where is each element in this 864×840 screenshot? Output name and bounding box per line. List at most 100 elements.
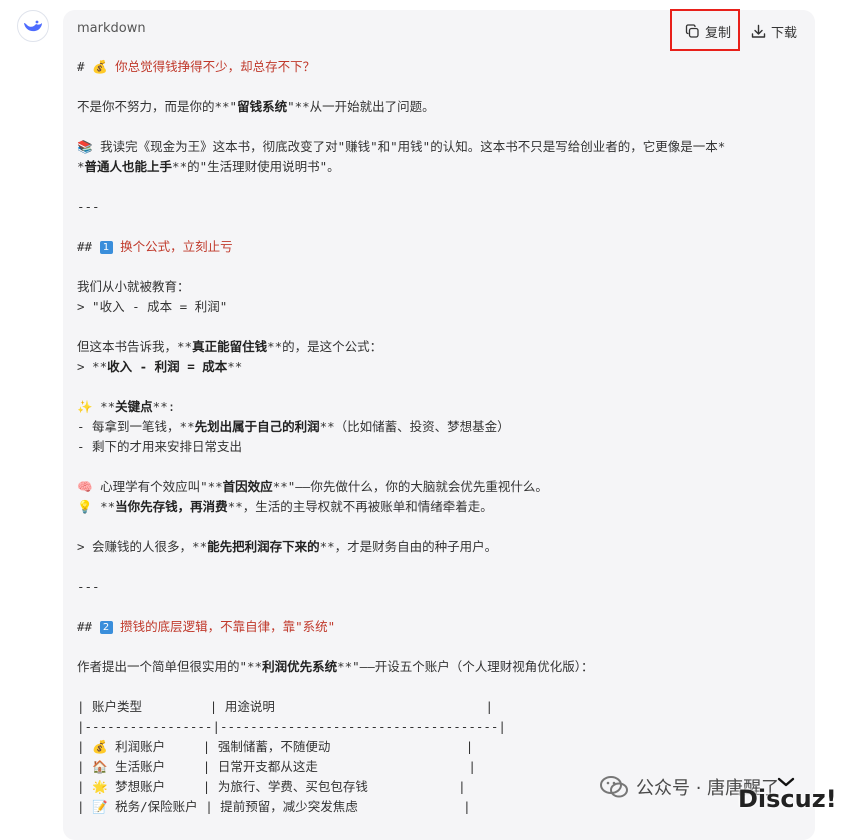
code-text: | 📝 税务/保险账户 | 提前预留，减少突发焦虑 | — [77, 799, 471, 814]
number-badge: 1 — [99, 241, 113, 254]
download-button[interactable]: 下载 — [751, 20, 797, 42]
code-text: - 每拿到一笔钱，** — [77, 419, 195, 434]
code-text: > 会赚钱的人很多，** — [77, 539, 208, 554]
deepseek-whale-icon — [24, 20, 42, 32]
code-language-label: markdown — [77, 21, 146, 36]
markdown-code-content[interactable]: # 💰 你总觉得钱挣得不少，却总存不下？ 不是你不努力，而是你的**"留钱系统"… — [77, 57, 807, 817]
code-text: 利润优先系统 — [262, 659, 338, 674]
code-text: > "收入 - 成本 = 利润" — [77, 299, 228, 314]
code-line: 我们从小就被教育： — [77, 277, 807, 297]
code-line: | 账户类型 | 用途说明 | — [77, 697, 807, 717]
code-text: * — [77, 159, 85, 174]
code-text: 不是你不努力，而是你的**" — [77, 99, 238, 114]
code-line: | 💰 利润账户 | 强制储蓄，不随便动 | — [77, 737, 807, 757]
code-text: 换个公式，立刻止亏 — [112, 239, 233, 254]
code-line: |-----------------|---------------------… — [77, 717, 807, 737]
code-text: ✨ ** — [77, 399, 116, 414]
code-text: 留钱系统 — [237, 99, 288, 114]
code-line: - 每拿到一笔钱，**先划出属于自己的利润**（比如储蓄、投资、梦想基金） — [77, 417, 807, 437]
code-text: 作者提出一个简单但很实用的"** — [77, 659, 263, 674]
wechat-icon — [600, 776, 628, 798]
code-line: *普通人也能上手**的"生活理财使用说明书"。 — [77, 157, 807, 177]
code-text: 当你先存钱，再消费 — [115, 499, 228, 514]
code-line: # 💰 你总觉得钱挣得不少，却总存不下？ — [77, 57, 807, 77]
code-text: 💰 你总觉得钱挣得不少，却总存不下？ — [92, 59, 316, 74]
code-line: --- — [77, 197, 807, 217]
code-line: > 会赚钱的人很多，**能先把利润存下来的**，才是财务自由的种子用户。 — [77, 537, 807, 557]
download-label: 下载 — [771, 25, 798, 41]
number-badge: 2 — [99, 621, 113, 634]
code-line: ## 1 换个公式，立刻止亏 — [77, 237, 807, 257]
code-text: 首因效应 — [222, 479, 273, 494]
code-line: > "收入 - 成本 = 利润" — [77, 297, 807, 317]
code-text: 攒钱的底层逻辑，不靠自律，靠"系统" — [112, 619, 336, 634]
code-text: **，生活的主导权就不再被账单和情绪牵着走。 — [227, 499, 493, 514]
code-text: **: — [152, 399, 176, 414]
code-text: ## — [77, 239, 100, 254]
code-text: > ** — [77, 359, 108, 374]
code-text: **"——你先做什么，你的大脑就会优先重视什么。 — [272, 479, 548, 494]
code-text: - 剩下的才用来安排日常支出 — [77, 439, 243, 454]
code-line: 不是你不努力，而是你的**"留钱系统"**从一开始就出了问题。 — [77, 97, 807, 117]
code-text: 能先把利润存下来的 — [207, 539, 320, 554]
code-text: --- — [77, 199, 100, 214]
code-text: 收入 - 利润 = 成本 — [107, 359, 228, 374]
code-text: | 💰 利润账户 | 强制储蓄，不随便动 | — [77, 739, 474, 754]
code-text: **"——开设五个账户（个人理财视角优化版）： — [337, 659, 594, 674]
copy-icon — [685, 23, 699, 38]
code-line: 作者提出一个简单但很实用的"**利润优先系统**"——开设五个账户（个人理财视角… — [77, 657, 807, 677]
code-text: 🧠 心理学有个效应叫"** — [77, 479, 223, 494]
code-text: # — [77, 59, 93, 74]
code-line: 🧠 心理学有个效应叫"**首因效应**"——你先做什么，你的大脑就会优先重视什么… — [77, 477, 807, 497]
code-block-card: markdown 复制 下载 # 💰 你总觉得钱挣得不少，却总存不下？ 不是你不… — [63, 9, 815, 840]
code-line: | 📝 税务/保险账户 | 提前预留，减少突发焦虑 | — [77, 797, 807, 817]
code-text: 先划出属于自己的利润 — [194, 419, 320, 434]
code-text: ## — [77, 619, 100, 634]
code-text: 我们从小就被教育： — [77, 279, 190, 294]
code-line: 💡 **当你先存钱，再消费**，生活的主导权就不再被账单和情绪牵着走。 — [77, 497, 807, 517]
assistant-avatar — [17, 10, 49, 42]
code-text: 📚 我读完《现金为王》这本书，彻底改变了对"赚钱"和"用钱"的认知。这本书不只是… — [77, 139, 726, 154]
code-text: --- — [77, 579, 100, 594]
code-line: ✨ **关键点**: — [77, 397, 807, 417]
code-line: 📚 我读完《现金为王》这本书，彻底改变了对"赚钱"和"用钱"的认知。这本书不只是… — [77, 137, 807, 157]
code-text: 真正能留住钱 — [192, 339, 268, 354]
code-text: | 🌟 梦想账户 | 为旅行、学费、买包包存钱 | — [77, 779, 466, 794]
code-text: "**从一开始就出了问题。 — [287, 99, 435, 114]
copy-button[interactable]: 复制 — [685, 20, 731, 42]
discuz-watermark: Discuz! — [738, 785, 837, 813]
code-line: > **收入 - 利润 = 成本** — [77, 357, 807, 377]
code-text: |-----------------|---------------------… — [77, 719, 506, 734]
code-text: **的，是这个公式： — [267, 339, 383, 354]
code-line: --- — [77, 577, 807, 597]
code-text: | 🏠 生活账户 | 日常开支都从这走 | — [77, 759, 476, 774]
code-line: 但这本书告诉我，**真正能留住钱**的，是这个公式： — [77, 337, 807, 357]
code-text: | 账户类型 | 用途说明 | — [77, 699, 494, 714]
code-text: 💡 ** — [77, 499, 116, 514]
copy-label: 复制 — [705, 25, 732, 41]
code-text: **的"生活理财使用说明书"。 — [172, 159, 340, 174]
code-text: 普通人也能上手 — [84, 159, 173, 174]
code-text: 关键点 — [115, 399, 153, 414]
code-line: ## 2 攒钱的底层逻辑，不靠自律，靠"系统" — [77, 617, 807, 637]
code-block-header: markdown 复制 下载 — [63, 9, 815, 51]
download-icon — [751, 24, 766, 38]
code-text: ** — [227, 359, 243, 374]
code-line: - 剩下的才用来安排日常支出 — [77, 437, 807, 457]
code-text: **（比如储蓄、投资、梦想基金） — [319, 419, 510, 434]
code-text: 但这本书告诉我，** — [77, 339, 193, 354]
code-text: **，才是财务自由的种子用户。 — [319, 539, 498, 554]
